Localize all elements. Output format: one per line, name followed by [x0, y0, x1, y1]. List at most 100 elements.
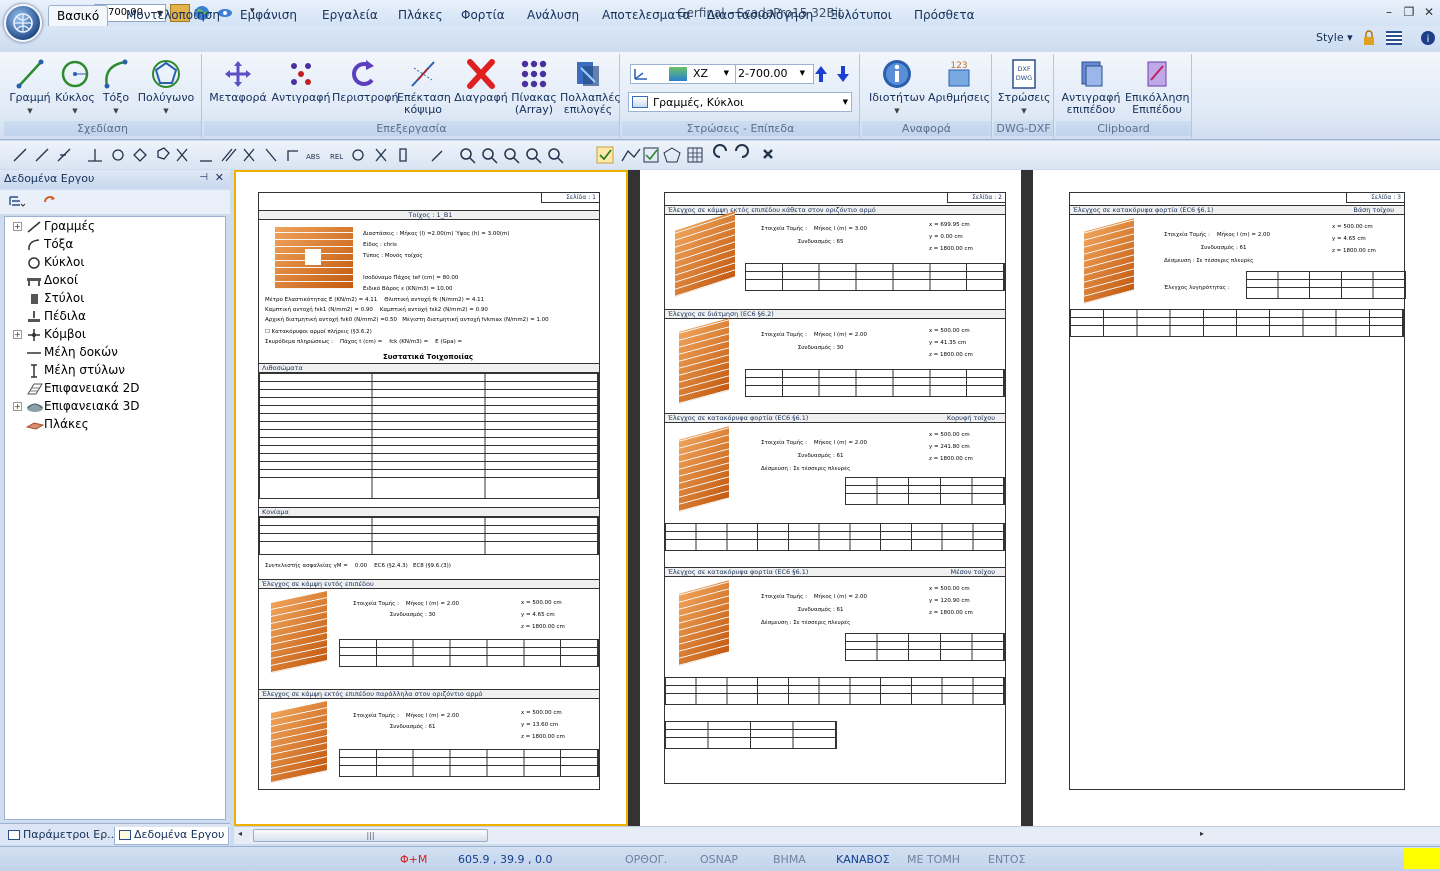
tab-project-data[interactable]: Δεδομένα Εργου [114, 827, 230, 845]
copy-level-button[interactable]: Αντιγραφή επιπέδου [1058, 58, 1124, 116]
arc-button[interactable]: Τόξο ▼ [98, 58, 134, 117]
status-inside[interactable]: ΕΝΤΟΣ [988, 853, 1026, 866]
tab-prostheta[interactable]: Πρόσθετα [906, 5, 983, 26]
tree-item-column-members[interactable]: Μέλη στύλων [13, 363, 125, 381]
grid-icon[interactable] [686, 147, 702, 163]
tree-item-circles[interactable]: Κύκλοι [13, 255, 84, 273]
lock-icon[interactable] [1362, 30, 1376, 46]
report-preview[interactable]: Σελίδα : 1 Τοίχος : 1_B1 Διαστάσεις : Μή… [234, 170, 1440, 826]
tree-item-columns[interactable]: Στύλοι [13, 291, 84, 309]
zoom-all-icon[interactable] [524, 147, 540, 163]
tab-xylotypoi[interactable]: Ξυλότυποι [822, 5, 900, 26]
tab-apotelesmata[interactable]: Αποτελεσματα [594, 5, 698, 26]
tree-options-icon[interactable] [8, 195, 26, 209]
table-row [846, 494, 1004, 502]
layout-icon[interactable] [1386, 31, 1402, 45]
wall-out-plane-image [271, 701, 327, 783]
status-osnap[interactable]: OSNAP [700, 853, 738, 866]
level-combo-ribbon[interactable]: 2-700.00 ▼ [735, 65, 807, 83]
abs-coords-icon[interactable] [304, 147, 324, 163]
status-step[interactable]: ΒΗΜΑ [773, 853, 806, 866]
circle-button[interactable]: Κύκλος ▼ [54, 58, 96, 117]
status-phi-m[interactable]: Φ+Μ [400, 853, 427, 866]
group-sxediasi: Γραμμή ▼ Κύκλος ▼ Τόξο ▼ Πολύγωνο ▼ Σχεδίαση [4, 54, 202, 138]
tree-item-lines[interactable]: + Γραμμές [13, 219, 95, 237]
array-button[interactable]: Πίνακας (Array) [510, 58, 558, 116]
close-icon[interactable]: ✕ [1420, 5, 1438, 21]
numbering-button[interactable]: 123 Αριθμήσεις [928, 58, 990, 104]
section-title: Έλεγχος σε κατακόρυφα φορτία (EC6 §6.1) [668, 568, 809, 576]
zoom-icon[interactable] [458, 147, 474, 163]
check-icon[interactable] [597, 147, 613, 163]
plane-combo[interactable]: XZ ▼ [691, 65, 731, 83]
minimize-icon[interactable]: – [1380, 5, 1398, 21]
tab-fortia[interactable]: Φορτία [453, 5, 513, 26]
multi-select-button[interactable]: Πολλαπλές επιλογές [558, 58, 621, 116]
tab-diastasiologisi[interactable]: Διαστασιολόγηση [699, 5, 821, 26]
scrollbar-thumb[interactable]: ||| [253, 829, 488, 842]
tab-analysi[interactable]: Ανάλυση [519, 5, 587, 26]
layer-combo[interactable]: Γραμμές, Κύκλοι ▼ [628, 92, 852, 112]
circle-tool-icon[interactable] [110, 147, 126, 163]
axis-icon[interactable] [633, 67, 651, 81]
properties-button[interactable]: Ιδιοτήτων ▼ [866, 58, 928, 117]
tab-montelopoiisi[interactable]: Μοντελοποίηση [118, 5, 228, 26]
p2-check4-params: Στοιχεία Τομής : Μήκος l (m) = 2.00 Συνδ… [761, 594, 868, 626]
globe-icon [13, 13, 33, 33]
pin-icon[interactable]: ⊣ [199, 172, 208, 183]
group-clipboard: Αντιγραφή επιπέδου Επικόλληση Επιπέδου C… [1056, 54, 1192, 138]
table-row [746, 378, 1004, 386]
cross-tool-icon[interactable] [176, 147, 192, 163]
app-menu-button[interactable] [4, 4, 42, 42]
rotate-button[interactable]: Περιστροφή [332, 58, 398, 104]
rel-coords-icon[interactable] [328, 147, 348, 163]
line-tool-icon[interactable] [12, 147, 28, 163]
level-down-icon[interactable] [836, 65, 850, 83]
tree-item-slabs[interactable]: Πλάκες [13, 417, 89, 435]
delete-button[interactable]: Διαγραφή [452, 58, 510, 104]
scroll-right-icon[interactable]: ▸ [1200, 829, 1204, 838]
zoom-in-icon[interactable] [480, 147, 496, 163]
tree-label: Στύλοι [44, 291, 85, 305]
status-grid[interactable]: ΚΑΝΑΒΟΣ [836, 853, 890, 866]
tab-label: Παράμετροι Ερ... [23, 828, 118, 841]
maximize-icon[interactable]: ❐ [1400, 5, 1418, 21]
help-icon[interactable]: i [1420, 30, 1436, 46]
table-row [746, 272, 1004, 280]
refresh-icon[interactable] [42, 195, 58, 209]
paste-level-button[interactable]: Επικόλληση Επιπέδου [1124, 58, 1190, 116]
tree-item-arcs[interactable]: Τόξα [13, 237, 73, 255]
delete-label: Διαγραφή [454, 91, 508, 104]
copy-button[interactable]: Αντιγραφή [270, 58, 332, 104]
polygon-button[interactable]: Πολύγωνο ▼ [136, 58, 196, 117]
zoom-out-icon[interactable] [546, 147, 562, 163]
cancel-icon[interactable] [760, 147, 776, 163]
status-section[interactable]: ΜΕ ΤΟΜΗ [907, 853, 960, 866]
tab-emfanisi[interactable]: Εμφάνιση [232, 5, 305, 26]
tree-item-surface-3d[interactable]: + Επιφανειακά 3D [13, 399, 140, 417]
tree-item-surface-2d[interactable]: Επιφανειακά 2D [13, 381, 140, 399]
tab-plakes[interactable]: Πλάκες [390, 5, 451, 26]
table-row [260, 526, 598, 534]
panel-close-icon[interactable]: ✕ [215, 171, 224, 184]
extend-trim-button[interactable]: Επέκταση κόψιμο [394, 58, 452, 116]
scroll-left-icon[interactable]: ◂ [238, 829, 242, 838]
tab-project-params[interactable]: Παράμετροι Ερ... [4, 827, 122, 845]
tab-ergaleia[interactable]: Εργαλεία [314, 5, 386, 26]
tab-vasiko[interactable]: Βασικό [48, 5, 109, 26]
tree-item-beam-members[interactable]: Μέλη δοκών [13, 345, 118, 363]
tree-item-beams[interactable]: Δοκοί [13, 273, 78, 291]
dwg-layers-button[interactable]: DXF DWG Στρώσεις ▼ [996, 58, 1052, 117]
line-button[interactable]: Γραμμή ▼ [8, 58, 52, 117]
tree-item-footings[interactable]: Πέδιλα [13, 309, 86, 327]
zoom-window-icon[interactable] [502, 147, 518, 163]
style-menu[interactable]: Style ▾ [1316, 31, 1353, 44]
undo-icon[interactable] [712, 147, 728, 163]
redo-icon[interactable] [734, 147, 750, 163]
level-up-icon[interactable] [814, 65, 828, 83]
plane-icon[interactable] [669, 67, 687, 81]
p3-check-params: Στοιχεία Τομής : Μήκος l (m) = 2.00 Συνδ… [1164, 232, 1271, 264]
tree-item-nodes[interactable]: + Κόμβοι [13, 327, 86, 345]
status-ortho[interactable]: ΟΡΘΟΓ. [625, 853, 667, 866]
move-button[interactable]: Μεταφορά [206, 58, 270, 104]
